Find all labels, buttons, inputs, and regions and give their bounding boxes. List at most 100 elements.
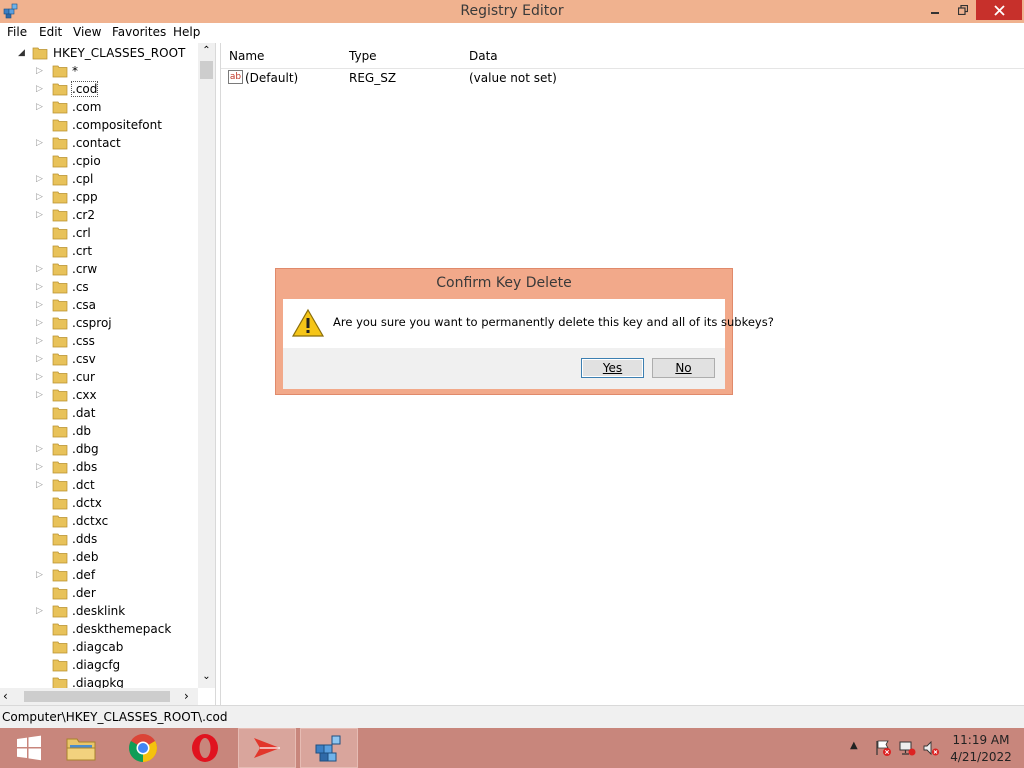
tree-item[interactable]: ▷ .com: [0, 98, 198, 116]
tree-item[interactable]: ▷ .desklink: [0, 602, 198, 620]
no-button[interactable]: No: [652, 358, 715, 378]
tree-root[interactable]: ◢ HKEY_CLASSES_ROOT: [0, 44, 198, 62]
expand-arrow-icon[interactable]: ▷: [36, 317, 43, 329]
minimize-button[interactable]: [920, 0, 950, 20]
close-button[interactable]: [976, 0, 1022, 20]
expand-arrow-icon[interactable]: ▷: [36, 443, 43, 455]
tree-item[interactable]: .deskthemepack: [0, 620, 198, 638]
tree-item[interactable]: ▷ .cpl: [0, 170, 198, 188]
expand-arrow-icon[interactable]: ▷: [36, 191, 43, 203]
tree-item[interactable]: ▷ .cr2: [0, 206, 198, 224]
folder-icon: [52, 137, 68, 150]
value-type: REG_SZ: [349, 71, 397, 85]
column-header-type[interactable]: Type: [349, 49, 377, 63]
tree-item[interactable]: .crt: [0, 242, 198, 260]
taskbar-opera[interactable]: [176, 728, 234, 768]
scroll-up-arrow-icon[interactable]: ⌃: [198, 45, 215, 59]
scroll-thumb[interactable]: [200, 61, 213, 79]
menu-favorites[interactable]: Favorites: [112, 25, 166, 39]
taskbar-chrome[interactable]: [114, 728, 172, 768]
taskbar-arrow-app[interactable]: [238, 728, 296, 768]
expand-arrow-icon[interactable]: ▷: [36, 209, 43, 221]
value-name[interactable]: (Default): [245, 71, 298, 85]
tree-item[interactable]: ▷ .dbg: [0, 440, 198, 458]
menu-file[interactable]: File: [7, 25, 27, 39]
start-button[interactable]: [0, 728, 58, 768]
clock-date[interactable]: 4/21/2022: [948, 750, 1014, 764]
tree-item[interactable]: ▷ .contact: [0, 134, 198, 152]
expand-arrow-icon[interactable]: ▷: [36, 101, 43, 113]
scroll-down-arrow-icon[interactable]: ⌄: [198, 671, 215, 685]
menu-edit[interactable]: Edit: [39, 25, 62, 39]
tree-item[interactable]: ▷ .cod: [0, 80, 198, 98]
network-icon[interactable]: [898, 739, 916, 757]
tree-vertical-scrollbar[interactable]: ⌃ ⌄: [198, 43, 215, 688]
action-center-flag-icon[interactable]: [874, 739, 892, 757]
tree-item[interactable]: ▷ .css: [0, 332, 198, 350]
expand-arrow-icon[interactable]: ▷: [36, 371, 43, 383]
tree-item[interactable]: ▷ .dct: [0, 476, 198, 494]
tree-item[interactable]: ▷ *: [0, 62, 198, 80]
expand-arrow-icon[interactable]: ▷: [36, 263, 43, 275]
clock-time[interactable]: 11:19 AM: [948, 733, 1014, 747]
tree-item[interactable]: ▷ .cs: [0, 278, 198, 296]
expand-arrow-icon[interactable]: ▷: [36, 479, 43, 491]
tree-item[interactable]: .der: [0, 584, 198, 602]
scroll-thumb[interactable]: [24, 691, 170, 702]
expand-arrow-icon[interactable]: ▷: [36, 569, 43, 581]
expand-arrow-icon[interactable]: ▷: [36, 173, 43, 185]
tree-item[interactable]: ▷ .def: [0, 566, 198, 584]
expand-arrow-icon[interactable]: ▷: [36, 335, 43, 347]
tree-item[interactable]: ▷ .csv: [0, 350, 198, 368]
expand-arrow-icon[interactable]: ▷: [36, 83, 43, 95]
tree-item[interactable]: .dat: [0, 404, 198, 422]
tree-item-label: .def: [72, 568, 96, 582]
tree-item[interactable]: .diagcab: [0, 638, 198, 656]
expand-arrow-icon[interactable]: ▷: [36, 353, 43, 365]
scroll-right-arrow-icon[interactable]: ›: [184, 689, 189, 703]
tree-item[interactable]: .compositefont: [0, 116, 198, 134]
taskbar-file-explorer[interactable]: [52, 728, 110, 768]
tree-item[interactable]: .diagcfg: [0, 656, 198, 674]
collapse-arrow-icon[interactable]: ◢: [18, 47, 25, 59]
tree-item[interactable]: .dctxc: [0, 512, 198, 530]
folder-icon: [52, 533, 68, 546]
tree-item[interactable]: .dds: [0, 530, 198, 548]
restore-button[interactable]: [950, 0, 976, 20]
tree-item-label: .cur: [72, 370, 95, 384]
tree-item[interactable]: .deb: [0, 548, 198, 566]
column-header-data[interactable]: Data: [469, 49, 498, 63]
scroll-left-arrow-icon[interactable]: ‹: [3, 689, 8, 703]
tree-item[interactable]: .dctx: [0, 494, 198, 512]
windows-logo-icon: [17, 735, 41, 761]
menu-help[interactable]: Help: [173, 25, 200, 39]
expand-arrow-icon[interactable]: ▷: [36, 137, 43, 149]
expand-arrow-icon[interactable]: ▷: [36, 281, 43, 293]
tree-item[interactable]: .cpio: [0, 152, 198, 170]
taskbar-registry-editor[interactable]: [300, 728, 358, 768]
tree-item[interactable]: .db: [0, 422, 198, 440]
tree-item[interactable]: ▷ .cur: [0, 368, 198, 386]
folder-icon: [52, 659, 68, 672]
tree-item[interactable]: .diagpkg: [0, 674, 198, 688]
yes-button[interactable]: Yes: [581, 358, 644, 378]
column-header-name[interactable]: Name: [229, 49, 264, 63]
tree-item-label: .dbg: [72, 442, 99, 456]
expand-arrow-icon[interactable]: ▷: [36, 605, 43, 617]
menu-view[interactable]: View: [73, 25, 101, 39]
tree-item[interactable]: ▷ .cxx: [0, 386, 198, 404]
tree-horizontal-scrollbar[interactable]: ‹ ›: [0, 688, 198, 705]
expand-arrow-icon[interactable]: ▷: [36, 65, 43, 77]
expand-arrow-icon[interactable]: ▷: [36, 299, 43, 311]
tree-item[interactable]: ▷ .csproj: [0, 314, 198, 332]
folder-icon: [52, 497, 68, 510]
show-hidden-icons-chevron-icon[interactable]: ▲: [850, 740, 858, 751]
tree-item[interactable]: ▷ .csa: [0, 296, 198, 314]
tree-item[interactable]: ▷ .crw: [0, 260, 198, 278]
speaker-muted-icon[interactable]: [922, 739, 940, 757]
tree-item[interactable]: .crl: [0, 224, 198, 242]
tree-item[interactable]: ▷ .dbs: [0, 458, 198, 476]
expand-arrow-icon[interactable]: ▷: [36, 461, 43, 473]
tree-item[interactable]: ▷ .cpp: [0, 188, 198, 206]
expand-arrow-icon[interactable]: ▷: [36, 389, 43, 401]
